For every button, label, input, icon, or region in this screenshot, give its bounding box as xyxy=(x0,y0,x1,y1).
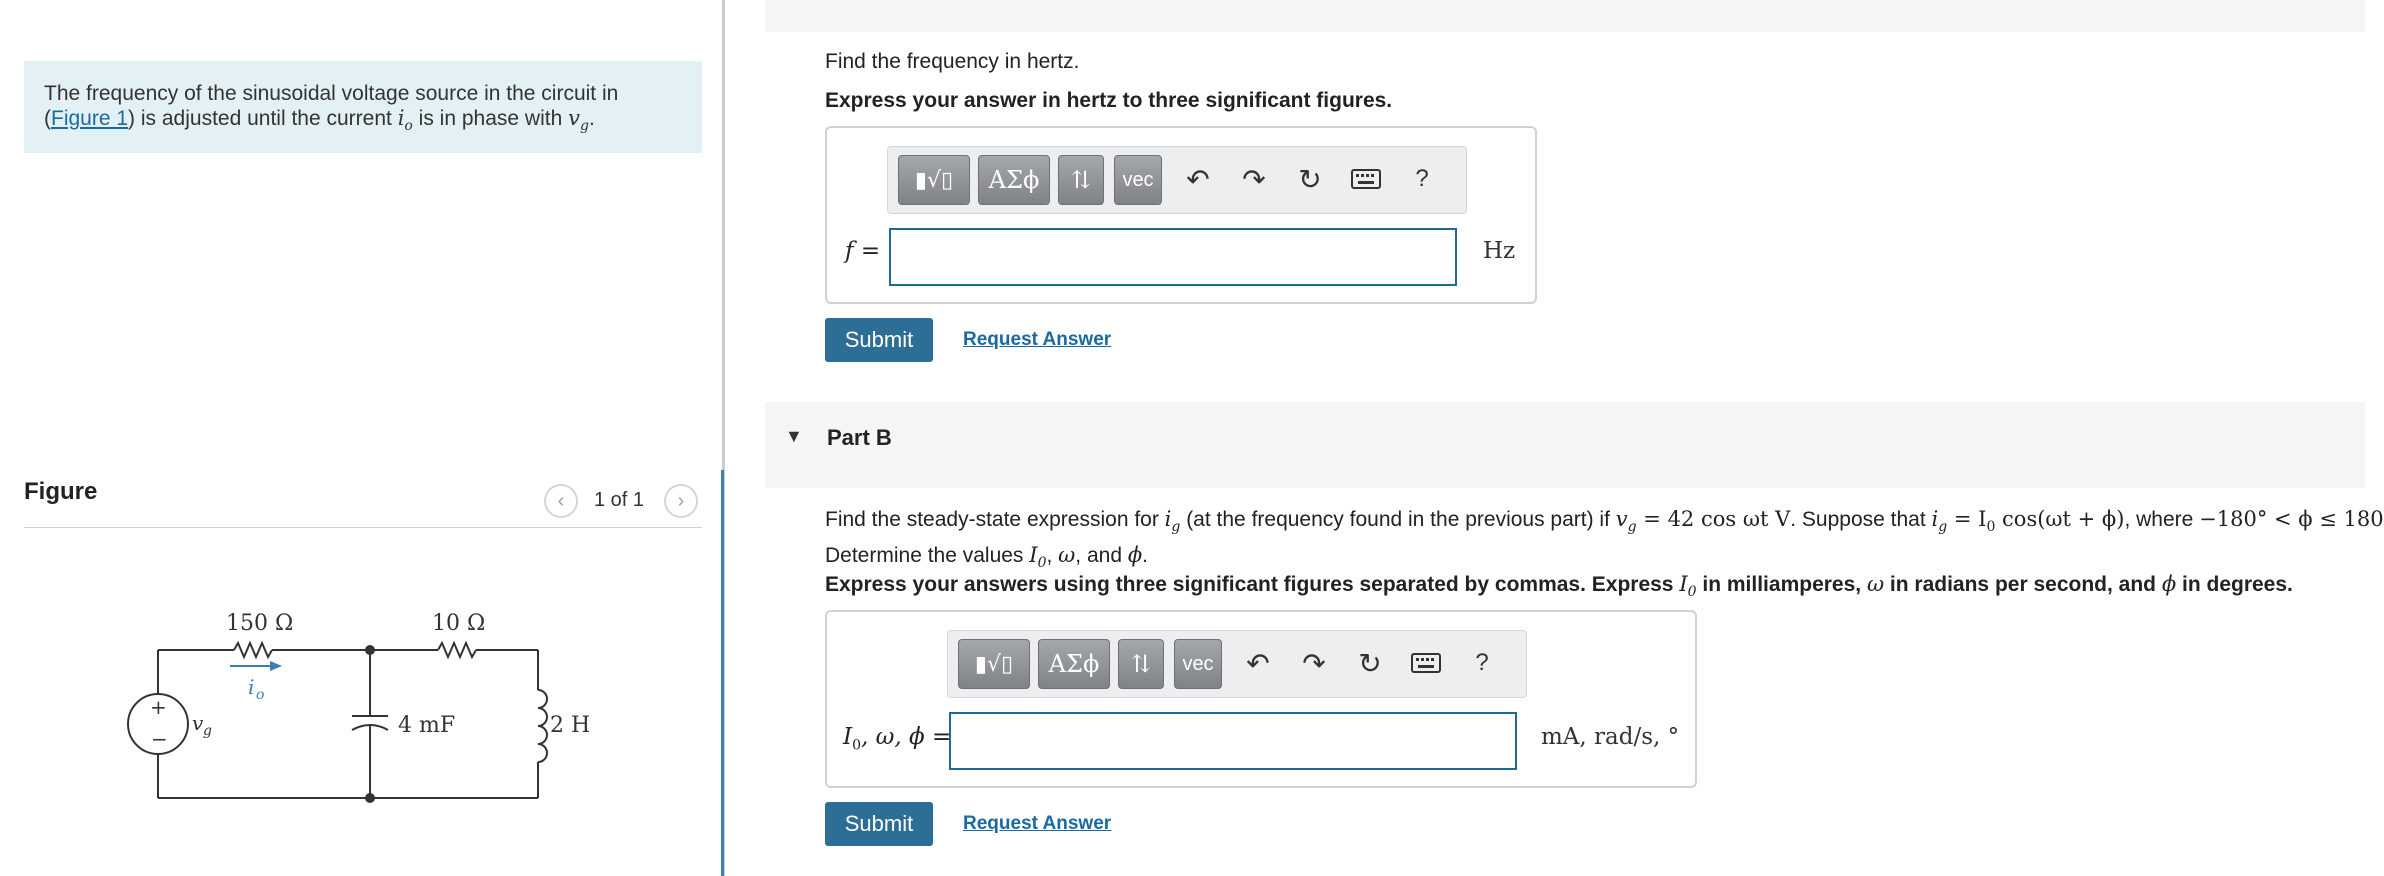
inductor xyxy=(537,689,548,763)
arrows-button[interactable]: ⇅ xyxy=(1058,155,1104,205)
r1-label: 150 Ω xyxy=(226,611,293,636)
part-a-answer-box: ▮√▯ ΑΣϕ ⇅ vec ↶ ↷ ↻ ? f = Hz xyxy=(825,126,1537,304)
arrow-head xyxy=(270,661,282,671)
part-b-submit-button[interactable]: Submit xyxy=(825,802,933,846)
part-b-label: I0, ω, ϕ = xyxy=(843,724,952,754)
values-input[interactable] xyxy=(949,712,1517,770)
figure-link[interactable]: Figure 1 xyxy=(51,107,128,130)
help-button[interactable]: ? xyxy=(1464,645,1500,681)
part-b-unit: mA, rad/s, ° xyxy=(1541,724,1680,750)
collapse-caret-icon[interactable]: ▼ xyxy=(785,426,803,447)
next-figure-button[interactable]: › xyxy=(664,484,698,518)
arrows-button[interactable]: ⇅ xyxy=(1118,639,1164,689)
undo-icon[interactable]: ↶ xyxy=(1180,161,1216,197)
problem-text: . xyxy=(588,107,595,130)
part-a-question: Find the frequency in hertz. xyxy=(825,50,1080,73)
resistor-150 xyxy=(233,640,273,660)
scrollbar[interactable] xyxy=(721,470,724,876)
node xyxy=(365,793,375,803)
frequency-input[interactable] xyxy=(889,228,1457,286)
problem-pane: The frequency of the sinusoidal voltage … xyxy=(0,0,725,876)
divider xyxy=(24,527,702,528)
part-b-answer-box: ▮√▯ ΑΣϕ ⇅ vec ↶ ↷ ↻ ? I0, ω, ϕ = mA, rad… xyxy=(825,610,1697,788)
templates-button[interactable]: ▮√▯ xyxy=(898,155,970,205)
node xyxy=(365,645,375,655)
vec-button[interactable]: vec xyxy=(1174,639,1222,689)
plus-sign: + xyxy=(150,695,167,719)
part-a-submit-button[interactable]: Submit xyxy=(825,318,933,362)
answer-pane: Find the frequency in hertz. Express you… xyxy=(725,0,2384,876)
keyboard-icon[interactable] xyxy=(1408,645,1444,681)
r2-label: 10 Ω xyxy=(432,611,485,636)
reset-icon[interactable]: ↻ xyxy=(1292,161,1328,197)
figure-counter: 1 of 1 xyxy=(594,489,645,511)
current-symbol: io xyxy=(397,106,413,135)
circuit-diagram: 150 Ω 10 Ω 4 mF 2 H + − v g i o xyxy=(127,611,590,803)
capacitor-label: 4 mF xyxy=(398,713,455,738)
part-b-header-band: ▼ Part B xyxy=(765,402,2365,488)
part-b-request-answer-link[interactable]: Request Answer xyxy=(963,813,1111,835)
chevron-left-icon: ‹ xyxy=(557,489,565,512)
part-b-question: Find the steady-state expression for ig … xyxy=(825,507,2384,572)
redo-icon[interactable]: ↷ xyxy=(1296,645,1332,681)
resistor-10 xyxy=(437,640,477,660)
redo-icon[interactable]: ↷ xyxy=(1236,161,1272,197)
problem-statement: The frequency of the sinusoidal voltage … xyxy=(24,61,702,153)
part-b-title[interactable]: Part B xyxy=(827,425,892,451)
reset-icon[interactable]: ↻ xyxy=(1352,645,1388,681)
part-a-header-band xyxy=(765,0,2365,32)
prev-figure-button[interactable]: ‹ xyxy=(544,484,578,518)
voltage-symbol: vg xyxy=(568,106,589,135)
vg-sub: g xyxy=(203,723,212,739)
figure-heading: Figure xyxy=(24,478,98,505)
problem-text: is in phase with xyxy=(412,107,569,130)
undo-icon[interactable]: ↶ xyxy=(1240,645,1276,681)
math-toolbar: ▮√▯ ΑΣϕ ⇅ vec ↶ ↷ ↻ ? xyxy=(947,630,1527,698)
part-a-instruction: Express your answer in hertz to three si… xyxy=(825,89,1393,112)
greek-button[interactable]: ΑΣϕ xyxy=(1038,639,1110,689)
part-a-unit: Hz xyxy=(1483,238,1516,264)
io-label: i xyxy=(248,675,254,699)
templates-button[interactable]: ▮√▯ xyxy=(958,639,1030,689)
greek-button[interactable]: ΑΣϕ xyxy=(978,155,1050,205)
keyboard-icon[interactable] xyxy=(1348,161,1384,197)
part-a-label: f = xyxy=(845,238,881,264)
minus-sign: − xyxy=(151,727,168,751)
part-b-instruction: Express your answers using three signifi… xyxy=(825,572,2293,601)
problem-text: ) is adjusted until the current xyxy=(128,107,398,130)
part-a-request-answer-link[interactable]: Request Answer xyxy=(963,329,1111,351)
inductor-label: 2 H xyxy=(550,713,590,738)
math-toolbar: ▮√▯ ΑΣϕ ⇅ vec ↶ ↷ ↻ ? xyxy=(887,146,1467,214)
io-sub: o xyxy=(256,687,264,703)
chevron-right-icon: › xyxy=(677,489,685,512)
help-button[interactable]: ? xyxy=(1404,161,1440,197)
vec-button[interactable]: vec xyxy=(1114,155,1162,205)
